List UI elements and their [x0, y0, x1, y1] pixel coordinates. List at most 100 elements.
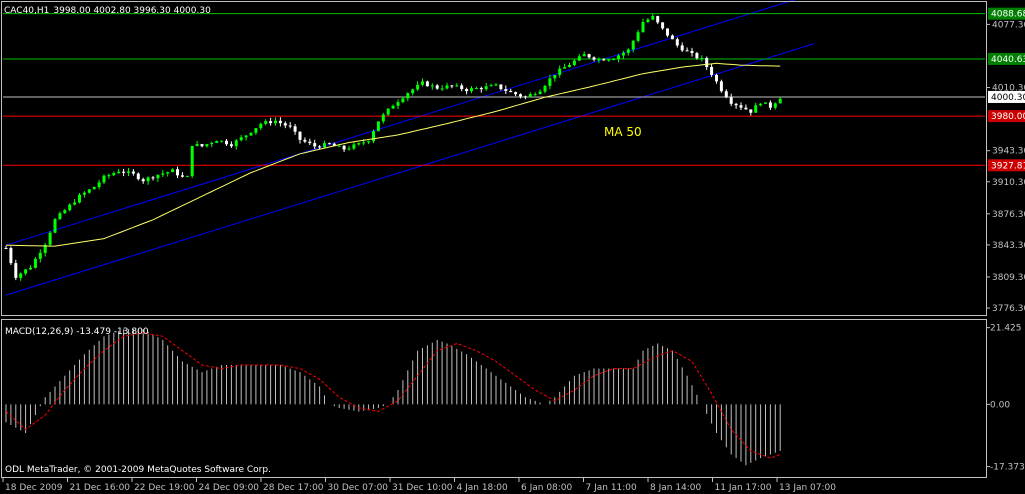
- candle-body: [146, 177, 150, 182]
- price-axis-label: 3809.30: [992, 273, 1025, 283]
- candle-body: [33, 258, 37, 268]
- candle-body: [626, 49, 630, 53]
- candle-body: [724, 91, 728, 98]
- candle-body: [474, 88, 478, 90]
- candle-body: [705, 58, 709, 67]
- candle-body: [710, 66, 714, 75]
- candle-body: [621, 52, 625, 56]
- candle-body: [19, 273, 23, 278]
- candle-body: [185, 176, 189, 178]
- candle-body: [519, 94, 522, 97]
- candle-body: [29, 267, 32, 270]
- candle-body: [293, 126, 297, 132]
- time-axis-label: 24 Dec 09:00: [199, 483, 260, 493]
- candle-body: [97, 182, 101, 187]
- candle-body: [259, 123, 263, 129]
- candle-body: [548, 78, 552, 86]
- candle-body: [195, 144, 199, 146]
- candle-body: [666, 28, 669, 36]
- candle-body: [342, 145, 346, 150]
- candle-body: [274, 120, 277, 124]
- candle-body: [509, 90, 513, 93]
- candle-body: [112, 173, 116, 176]
- candle-body: [563, 67, 567, 69]
- candle-body: [122, 171, 126, 173]
- candle-body: [4, 248, 8, 250]
- candle-body: [759, 103, 763, 106]
- candle-body: [117, 171, 121, 174]
- ohlc-text: 3998.00 4002.80 3996.30 4000.30: [53, 6, 211, 16]
- candle-body: [396, 102, 400, 106]
- level-tag-label: 4040.63: [991, 55, 1025, 65]
- candle-body: [470, 88, 473, 92]
- candle-body: [592, 57, 596, 60]
- price-axis-label: 4010.30: [992, 84, 1025, 94]
- candle-body: [73, 202, 77, 205]
- macd-label: MACD(12,26,9) -13.479 -13.800: [5, 327, 149, 337]
- candle-body: [514, 92, 518, 95]
- candle-body: [764, 102, 767, 104]
- candle-body: [558, 68, 562, 75]
- candle-body: [401, 98, 405, 103]
- candle-body: [577, 56, 581, 61]
- time-axis-label: 6 Jan 08:00: [521, 483, 573, 493]
- candle-body: [587, 54, 591, 58]
- candle-body: [82, 192, 86, 195]
- candle-body: [430, 85, 434, 87]
- candle-body: [244, 135, 248, 138]
- candle-body: [234, 140, 238, 147]
- candle-body: [362, 142, 366, 144]
- candle-body: [636, 32, 640, 41]
- price-axis-label: 3876.30: [992, 210, 1025, 220]
- price-axis-label: 3843.30: [992, 241, 1025, 251]
- candle-body: [151, 177, 155, 179]
- copyright-text: ODL MetaTrader, © 2001-2009 MetaQuotes S…: [5, 465, 271, 475]
- symbol-text: CAC40,H1: [4, 6, 49, 16]
- candle-body: [421, 81, 424, 85]
- candle-body: [568, 64, 571, 68]
- candle-body: [239, 137, 243, 141]
- candle-body: [141, 179, 145, 182]
- candle-body: [651, 16, 655, 20]
- candle-body: [283, 123, 287, 126]
- candle-body: [533, 94, 537, 96]
- time-axis-label: 11 Jan 17:00: [715, 483, 772, 493]
- candle-body: [612, 59, 616, 61]
- candle-body: [225, 140, 228, 145]
- time-axis-label: 7 Jan 11:00: [586, 483, 638, 493]
- candle-body: [499, 84, 503, 90]
- trading-chart[interactable]: 4088.68 4040.63 4000.30 3980.00 3927.81 MA 5…: [0, 0, 1025, 494]
- candle-body: [156, 174, 160, 179]
- time-axis-label: 4 Jan 18:00: [457, 483, 509, 493]
- candle-body: [38, 252, 42, 259]
- candle-body: [700, 58, 704, 60]
- candle-body: [734, 103, 738, 106]
- candle-body: [675, 39, 679, 46]
- candle-body: [78, 194, 81, 203]
- candle-body: [264, 121, 268, 124]
- candle-body: [445, 85, 449, 89]
- candle-body: [460, 85, 464, 90]
- candle-body: [715, 74, 718, 82]
- macd-axis-label: -17.373: [990, 463, 1025, 473]
- candle-body: [254, 128, 258, 133]
- candle-body: [528, 94, 532, 97]
- macd-axis-label: 0.00: [990, 400, 1010, 410]
- candle-body: [773, 103, 777, 108]
- candle-body: [685, 50, 689, 52]
- candle-body: [372, 131, 375, 142]
- candle-body: [176, 169, 179, 176]
- candle-body: [318, 146, 322, 148]
- candle-body: [58, 213, 62, 220]
- candle-body: [92, 186, 96, 190]
- time-axis-label: 22 Dec 19:00: [134, 483, 195, 493]
- candle-body: [572, 60, 576, 65]
- candle-body: [9, 248, 13, 264]
- candle-body: [48, 232, 52, 245]
- candle-body: [411, 89, 415, 94]
- candle-body: [367, 141, 371, 143]
- candle-body: [646, 19, 650, 22]
- candle-body: [352, 144, 356, 149]
- candle-body: [479, 88, 483, 90]
- candle-body: [166, 172, 170, 174]
